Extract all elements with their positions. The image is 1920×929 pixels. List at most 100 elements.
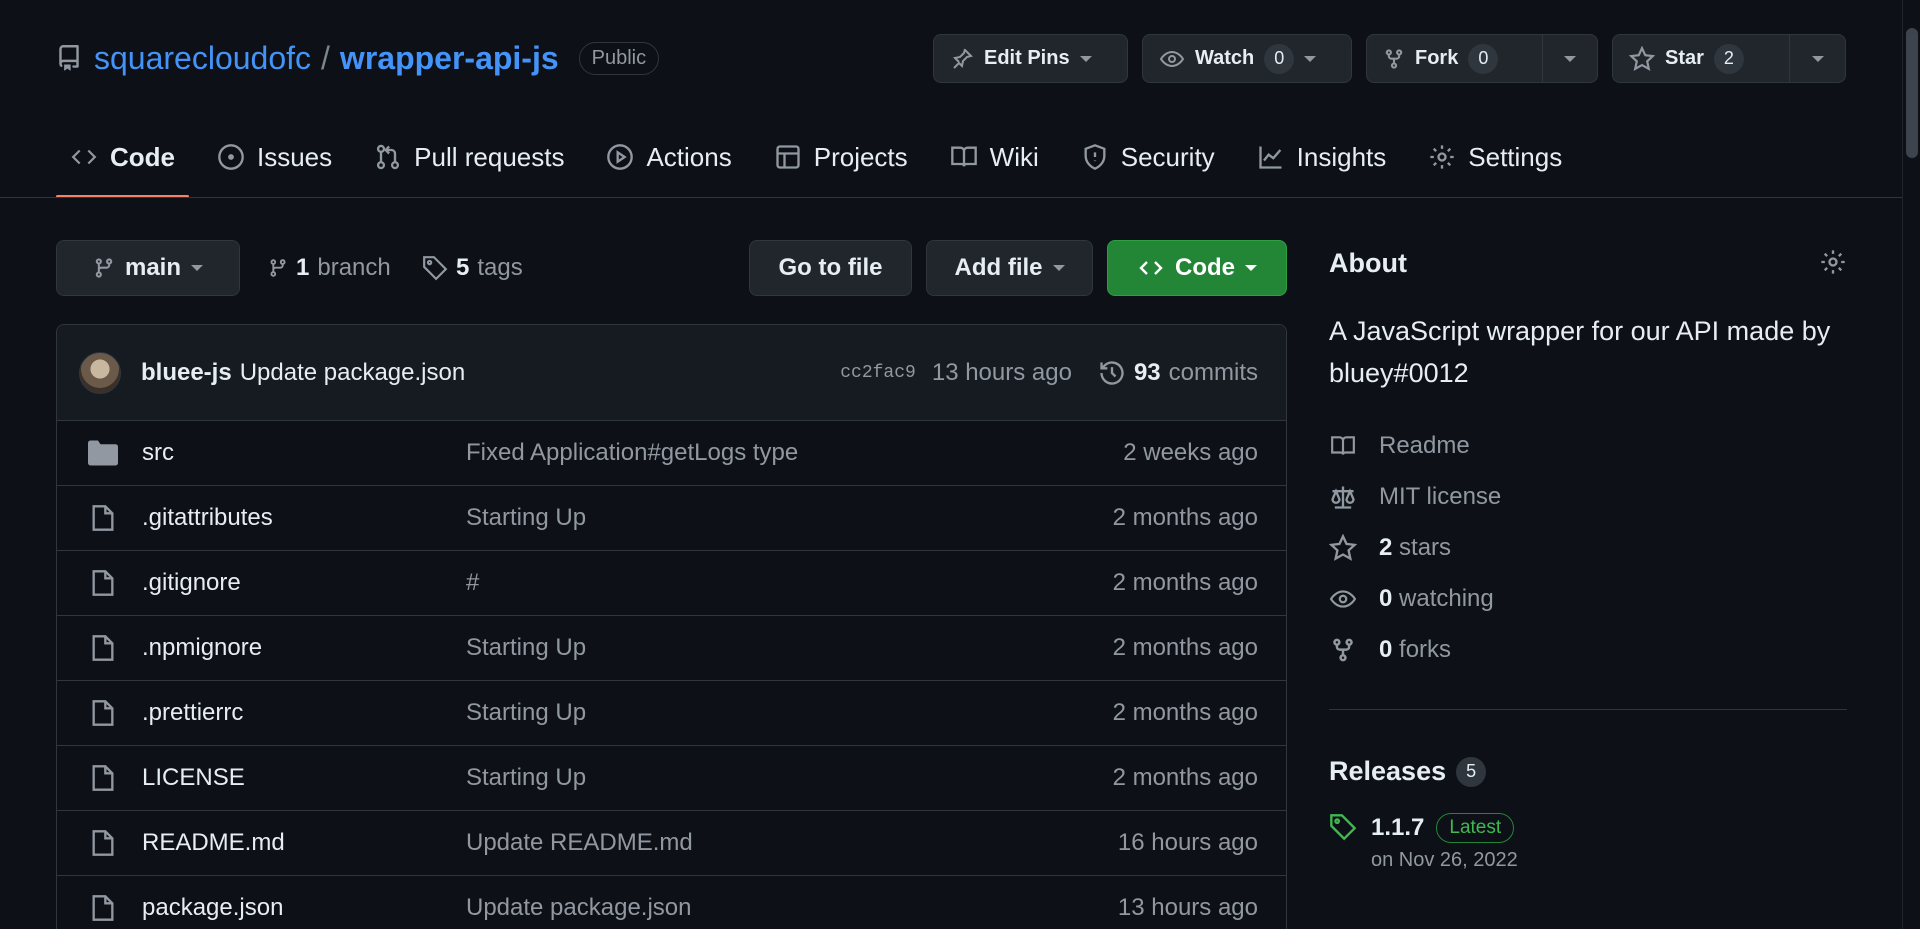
tab-projects[interactable]: Projects [760, 128, 922, 186]
star-label: Star [1665, 47, 1704, 69]
caret-down-icon [1245, 265, 1257, 271]
file-name-link[interactable]: .gitattributes [142, 504, 273, 532]
releases-count: 5 [1456, 756, 1487, 787]
scrollbar-thumb[interactable] [1906, 28, 1918, 158]
history-icon [1100, 360, 1124, 385]
stars-count: 2 [1379, 533, 1393, 561]
releases-header-link[interactable]: Releases 5 [1329, 756, 1847, 787]
tab-actions[interactable]: Actions [592, 128, 745, 186]
watch-button[interactable]: Watch 0 [1142, 34, 1352, 83]
gear-icon[interactable] [1819, 248, 1847, 276]
forks-link[interactable]: 0 forks [1329, 624, 1847, 675]
pin-icon [952, 48, 973, 69]
edit-pins-button[interactable]: Edit Pins [933, 34, 1128, 83]
gear-icon [1430, 145, 1454, 169]
tab-issues[interactable]: Issues [203, 128, 346, 186]
book-icon [950, 146, 977, 167]
eye-icon [1329, 589, 1357, 608]
go-to-file-label: Go to file [778, 254, 883, 281]
issue-icon [218, 144, 244, 170]
file-name-link[interactable]: LICENSE [142, 764, 245, 792]
fork-icon [1333, 638, 1353, 661]
readme-link[interactable]: Readme [1329, 420, 1847, 471]
file-commit-message-link[interactable]: Fixed Application#getLogs type [466, 439, 798, 467]
folder-icon [88, 440, 118, 466]
star-dropdown[interactable] [1789, 35, 1845, 82]
sidebar-divider [1329, 709, 1847, 710]
file-icon [92, 765, 114, 791]
file-name-link[interactable]: src [142, 439, 174, 467]
tab-code[interactable]: Code [56, 128, 189, 198]
releases-title: Releases [1329, 756, 1447, 786]
tag-label: tags [477, 254, 523, 281]
file-name-link[interactable]: README.md [142, 829, 285, 857]
license-link[interactable]: MIT license [1329, 471, 1847, 522]
repo-name-link[interactable]: wrapper-api-js [340, 40, 559, 77]
code-button[interactable]: Code [1107, 240, 1287, 296]
tab-settings[interactable]: Settings [1414, 128, 1576, 186]
file-name-link[interactable]: .gitignore [142, 569, 241, 597]
repo-tabs: Code Issues Pull requests Actions Projec… [56, 128, 1590, 198]
file-name-link[interactable]: package.json [142, 894, 283, 922]
tag-icon [423, 256, 448, 281]
commit-time: 13 hours ago [931, 358, 1072, 386]
fork-label: Fork [1415, 47, 1459, 69]
file-commit-message-link[interactable]: Update README.md [466, 829, 693, 857]
avatar[interactable] [79, 351, 121, 394]
stars-link[interactable]: 2 stars [1329, 522, 1847, 573]
edit-pins-label: Edit Pins [984, 47, 1070, 69]
repo-owner-link[interactable]: squarecloudofc [94, 40, 311, 77]
graph-icon [1259, 146, 1282, 169]
star-icon [1329, 533, 1357, 561]
go-to-file-button[interactable]: Go to file [749, 240, 912, 296]
commit-sha-link[interactable]: cc2fac9 [840, 363, 916, 383]
watch-label: Watch [1195, 47, 1255, 69]
page-scrollbar[interactable] [1902, 0, 1920, 929]
file-commit-date: 13 hours ago [1117, 894, 1258, 921]
tags-link[interactable]: 5 tags [422, 240, 523, 296]
tab-pull-requests[interactable]: Pull requests [360, 128, 578, 186]
branch-count: 1 [296, 254, 310, 281]
tab-wiki[interactable]: Wiki [936, 128, 1053, 186]
file-commit-date: 2 months ago [1112, 569, 1258, 596]
about-title: About [1329, 247, 1407, 278]
file-commit-message-link[interactable]: # [466, 569, 479, 597]
branches-link[interactable]: 1 branch [268, 240, 391, 296]
pull-request-icon [377, 144, 400, 170]
file-commit-message-link[interactable]: Starting Up [466, 699, 586, 727]
fork-dropdown[interactable] [1541, 35, 1597, 82]
license-label: MIT license [1379, 482, 1502, 510]
file-commit-message-link[interactable]: Update package.json [466, 894, 692, 922]
code-icon [71, 149, 97, 165]
file-icon [92, 700, 114, 726]
file-name-link[interactable]: .prettierrc [142, 699, 243, 727]
tab-security[interactable]: Security [1067, 128, 1229, 186]
star-button[interactable]: Star 2 [1612, 34, 1846, 83]
commit-message-link[interactable]: Update package.json [240, 359, 466, 387]
table-row: src Fixed Application#getLogs type 2 wee… [57, 421, 1286, 486]
caret-down-icon [1304, 55, 1317, 62]
file-commit-message-link[interactable]: Starting Up [466, 764, 586, 792]
commit-author-link[interactable]: bluee-js [141, 359, 232, 387]
release-version: 1.1.7 [1371, 814, 1425, 841]
file-commit-message-link[interactable]: Starting Up [466, 634, 586, 662]
forks-count: 0 [1379, 635, 1393, 663]
tab-insights-label: Insights [1296, 141, 1387, 172]
add-file-button[interactable]: Add file [926, 240, 1093, 296]
file-icon [92, 895, 114, 921]
commits-history-link[interactable]: 93 commits [1098, 359, 1258, 387]
file-commit-message-link[interactable]: Starting Up [466, 504, 586, 532]
file-name-link[interactable]: .npmignore [142, 634, 262, 662]
tab-insights[interactable]: Insights [1243, 128, 1401, 186]
table-row: LICENSE Starting Up 2 months ago [57, 746, 1286, 811]
latest-commit-bar: bluee-js Update package.json cc2fac9 13 … [57, 325, 1286, 421]
caret-down-icon [191, 265, 203, 271]
file-icon [92, 505, 114, 531]
file-list: bluee-js Update package.json cc2fac9 13 … [56, 324, 1287, 929]
watching-link[interactable]: 0 watching [1329, 573, 1847, 624]
branch-select-button[interactable]: main [56, 240, 240, 296]
about-sidebar: About A JavaScript wrapper for our API m… [1329, 240, 1847, 872]
fork-button[interactable]: Fork 0 [1366, 34, 1598, 83]
table-row: .gitattributes Starting Up 2 months ago [57, 486, 1286, 551]
latest-release[interactable]: 1.1.7 Latest on Nov 26, 2022 [1329, 813, 1847, 872]
